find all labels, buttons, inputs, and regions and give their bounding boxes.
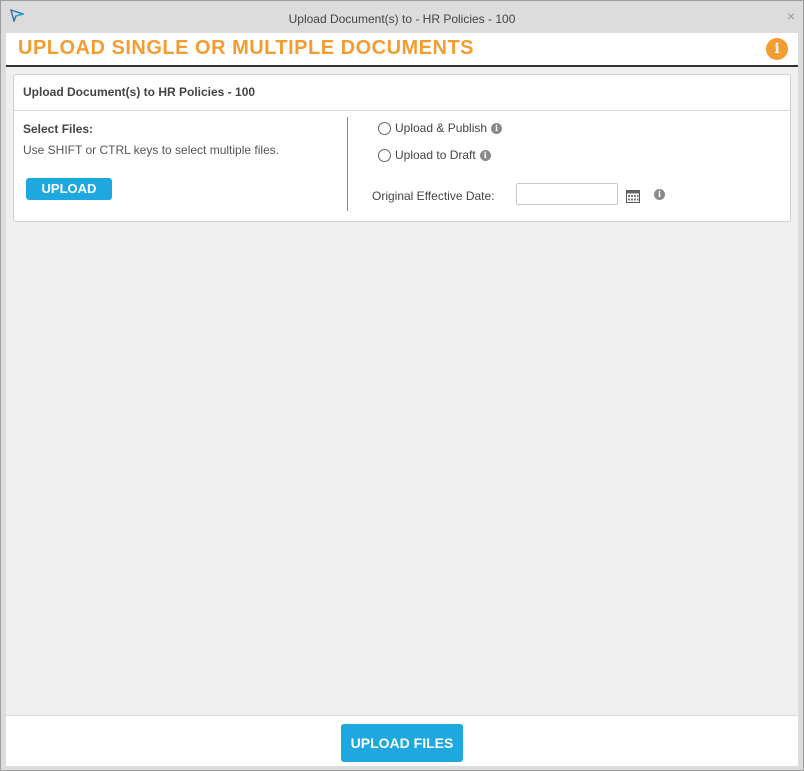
title-bar: Upload Document(s) to - HR Policies - 10… [1, 1, 803, 33]
dialog-content: UPLOAD SINGLE OR MULTIPLE DOCUMENTS i Up… [6, 33, 798, 766]
panel-title: Upload Document(s) to HR Policies - 100 [14, 75, 790, 111]
upload-panel: Upload Document(s) to HR Policies - 100 … [13, 74, 791, 222]
window-title: Upload Document(s) to - HR Policies - 10… [288, 12, 516, 26]
info-icon[interactable]: i [766, 38, 788, 60]
upload-publish-info-icon[interactable]: i [491, 122, 503, 134]
column-divider [347, 117, 348, 211]
upload-publish-label: Upload & Publish [395, 121, 488, 135]
effective-date-info-icon[interactable]: i [654, 189, 665, 200]
option-upload-draft[interactable]: Upload to Draft i [378, 148, 491, 162]
calendar-icon[interactable] [626, 190, 640, 203]
option-upload-publish[interactable]: Upload & Publish i [378, 121, 503, 135]
upload-publish-radio[interactable] [378, 121, 391, 135]
page-header: UPLOAD SINGLE OR MULTIPLE DOCUMENTS i [6, 33, 798, 67]
page-title: UPLOAD SINGLE OR MULTIPLE DOCUMENTS [18, 37, 475, 59]
upload-button[interactable]: UPLOAD [26, 178, 112, 200]
upload-draft-info-icon[interactable]: i [479, 149, 491, 161]
select-files-label: Select Files: [23, 122, 94, 136]
upload-draft-label: Upload to Draft [395, 148, 476, 162]
close-button[interactable]: × [787, 9, 795, 23]
dialog-footer: UPLOAD FILES [6, 715, 798, 766]
upload-files-button[interactable]: UPLOAD FILES [341, 724, 463, 762]
effective-date-label: Original Effective Date: [372, 189, 495, 203]
effective-date-input[interactable] [516, 183, 618, 205]
upload-dialog-window: Upload Document(s) to - HR Policies - 10… [0, 0, 804, 771]
select-files-hint: Use SHIFT or CTRL keys to select multipl… [23, 143, 280, 157]
upload-draft-radio[interactable] [378, 148, 391, 162]
